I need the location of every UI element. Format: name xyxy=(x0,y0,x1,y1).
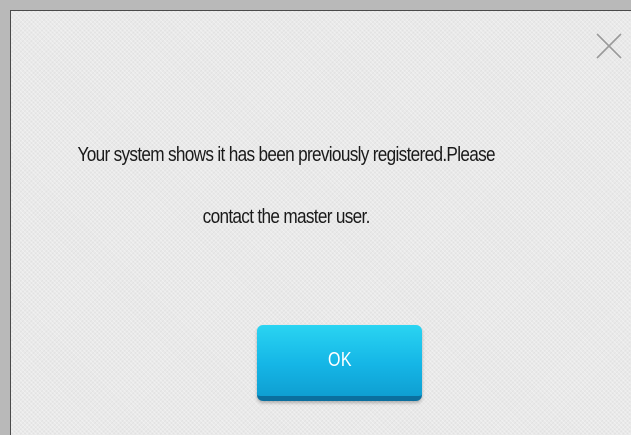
registration-dialog: Your system shows it has been previously… xyxy=(10,10,631,435)
message-line-2: contact the master user. xyxy=(202,206,371,228)
close-button[interactable] xyxy=(592,29,626,63)
message-line-1: Your system shows it has been previously… xyxy=(77,144,495,166)
ok-button[interactable]: OK xyxy=(257,325,422,401)
dialog-message: Your system shows it has been previously… xyxy=(11,124,561,248)
ok-button-label: OK xyxy=(327,349,352,371)
close-icon xyxy=(596,33,622,59)
